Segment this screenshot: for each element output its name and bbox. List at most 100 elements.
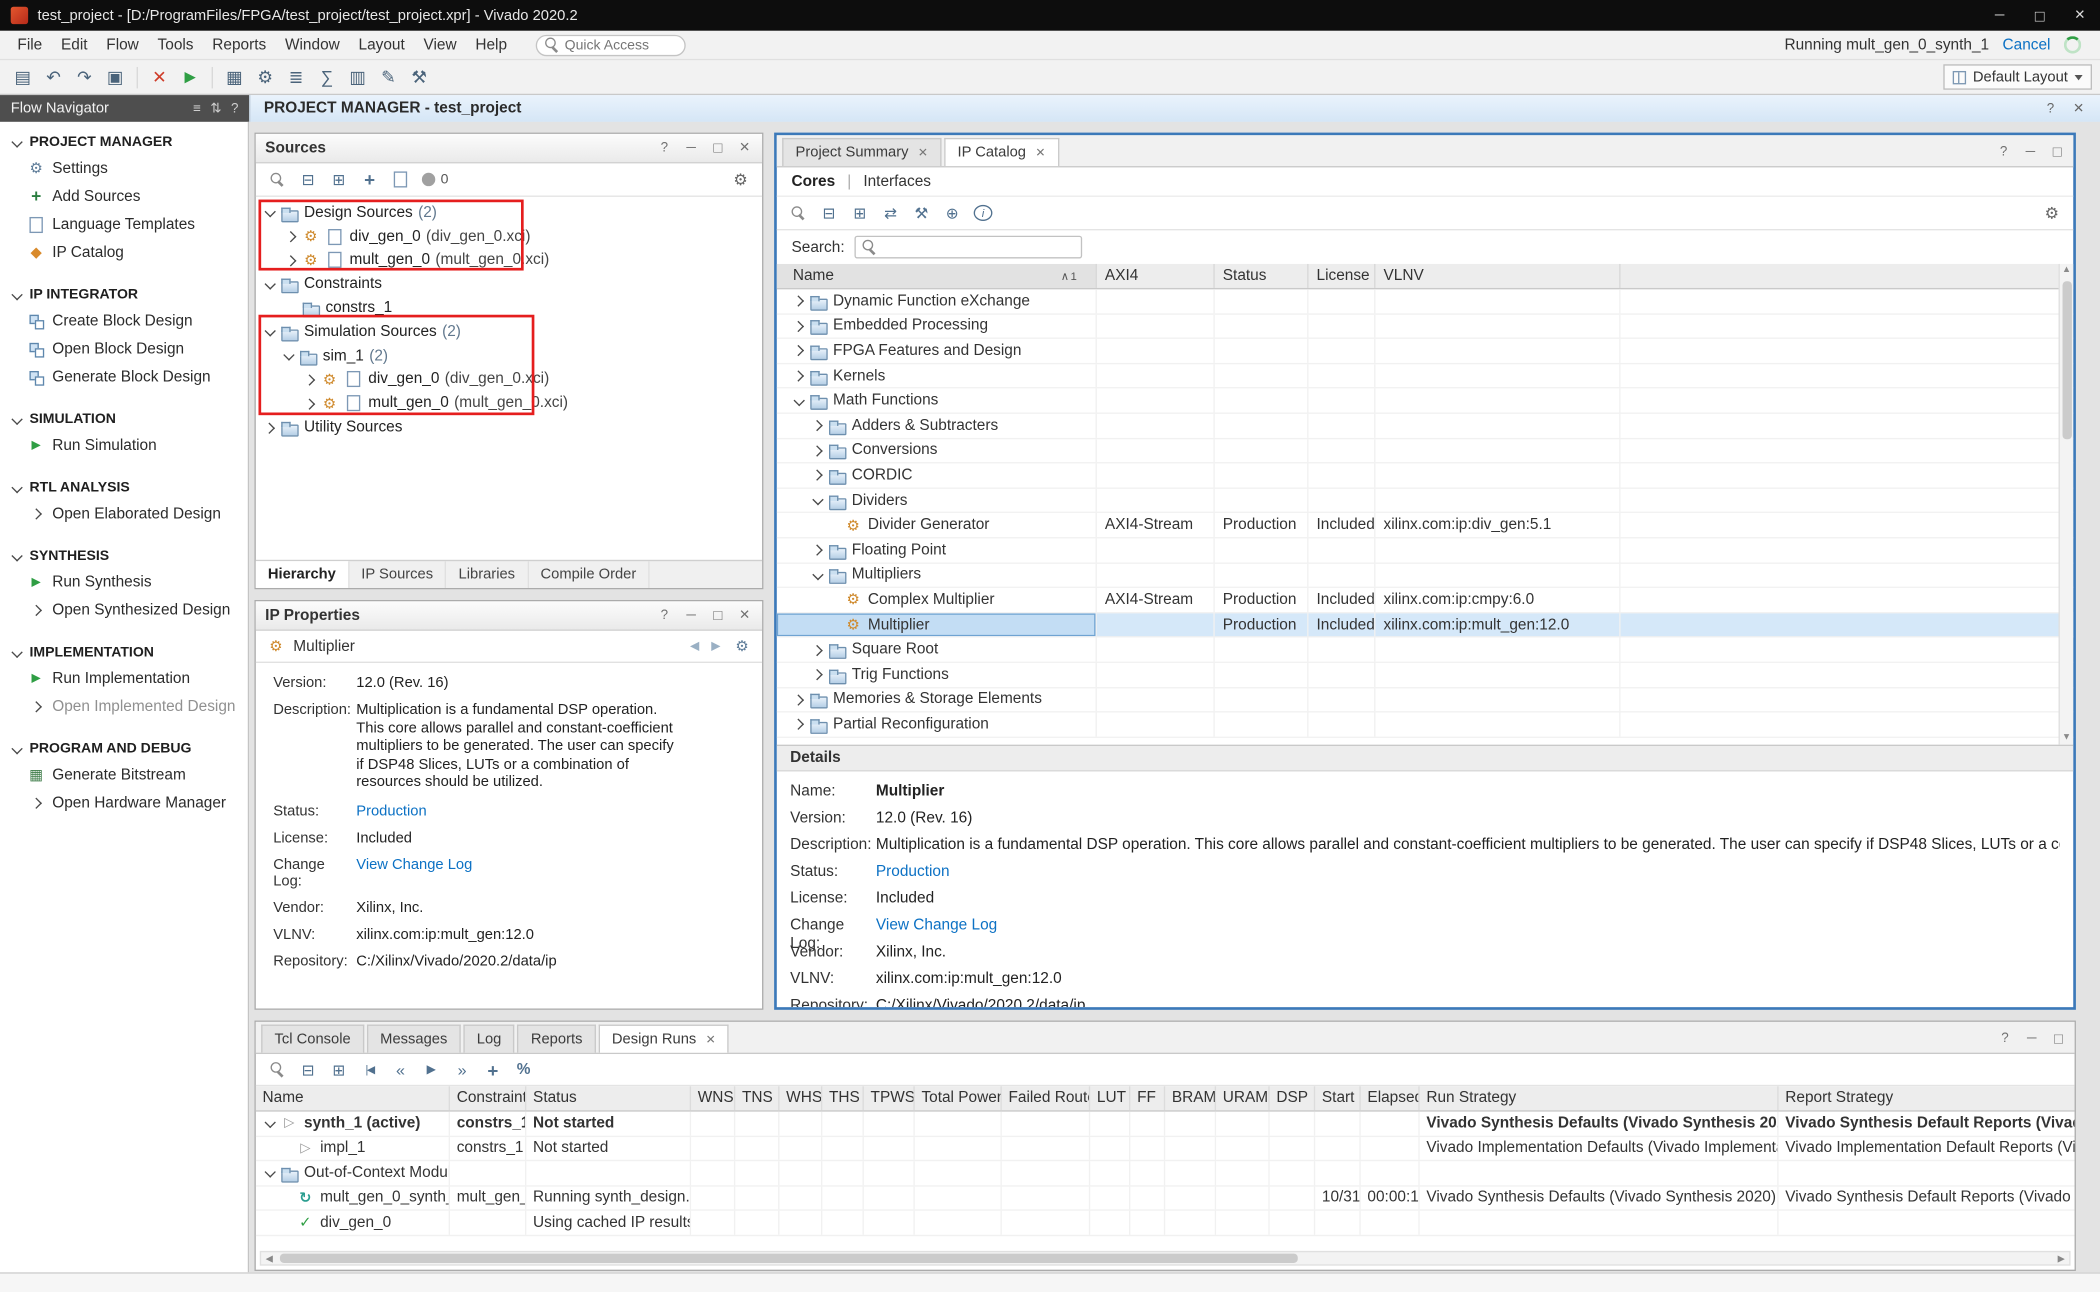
scroll-right-icon[interactable]: ▶ (2053, 1253, 2069, 1264)
skip-to-start-icon[interactable] (360, 1060, 379, 1079)
catalog-row[interactable]: Square Root (777, 638, 2073, 663)
catalog-row[interactable]: Dynamic Function eXchange (777, 289, 2073, 314)
column-axi4[interactable]: AXI4 (1097, 264, 1215, 288)
search-icon[interactable] (270, 1062, 285, 1077)
run-row-impl-1[interactable]: impl_1 constrs_1 Not started Vivado Impl… (256, 1136, 2075, 1161)
run-row-div-gen-0[interactable]: div_gen_0 Using cached IP results (256, 1211, 2075, 1236)
tab-ip-sources[interactable]: IP Sources (349, 561, 446, 588)
search-icon[interactable] (791, 206, 806, 221)
tree-item-sim-div-gen-0[interactable]: div_gen_0(div_gen_0.xci) (256, 368, 762, 392)
scrollbar-thumb[interactable] (280, 1254, 1298, 1263)
expand-all-icon[interactable] (329, 170, 348, 189)
close-tab-icon[interactable] (706, 1032, 716, 1047)
flownav-item-open-hardware-manager[interactable]: Open Hardware Manager (0, 789, 248, 817)
column-license[interactable]: License (1308, 264, 1375, 288)
tree-item-div-gen-0[interactable]: div_gen_0(div_gen_0.xci) (256, 225, 762, 249)
catalog-row[interactable]: Adders & Subtracters (777, 414, 2073, 439)
menu-reports[interactable]: Reports (203, 34, 276, 55)
tab-ip-catalog[interactable]: IP Catalog (944, 138, 1059, 166)
flownav-item-generate-bitstream[interactable]: Generate Bitstream (0, 761, 248, 789)
menu-help[interactable]: Help (466, 34, 516, 55)
elaborate-icon[interactable]: ▦ (220, 64, 249, 91)
sources-settings-gear-icon[interactable] (731, 170, 750, 189)
scrollbar-thumb[interactable] (2062, 281, 2071, 439)
flownav-section-implementation[interactable]: IMPLEMENTATION (0, 639, 248, 664)
catalog-row[interactable]: Trig Functions (777, 663, 2073, 688)
tab-project-summary[interactable]: Project Summary (782, 138, 941, 166)
menu-view[interactable]: View (414, 34, 466, 55)
help-icon[interactable] (656, 140, 672, 156)
close-view-icon[interactable] (2071, 101, 2087, 116)
horizontal-scrollbar[interactable]: ◀ ▶ (260, 1251, 2071, 1266)
subtab-cores[interactable]: Cores (792, 173, 836, 189)
maximize-panel-icon[interactable] (710, 140, 726, 156)
catalog-row[interactable]: Conversions (777, 439, 2073, 464)
flownav-item-ip-catalog[interactable]: IP Catalog (0, 238, 248, 266)
info-icon[interactable] (974, 205, 993, 221)
help-icon[interactable] (1997, 1031, 2013, 1047)
minimize-panel-icon[interactable] (683, 607, 699, 623)
tree-item-constrs-1[interactable]: constrs_1 (256, 296, 762, 320)
collapse-all-icon[interactable] (299, 1060, 318, 1079)
flownav-item-run-simulation[interactable]: Run Simulation (0, 431, 248, 459)
catalog-row-complex-multiplier[interactable]: Complex MultiplierAXI4-StreamProductionI… (777, 588, 2073, 613)
scroll-left-icon[interactable]: ◀ (261, 1253, 277, 1264)
catalog-row[interactable]: Partial Reconfiguration (777, 713, 2073, 738)
details-status-link[interactable]: Production (876, 863, 2060, 882)
catalog-row[interactable]: Multipliers (777, 563, 2073, 588)
tree-item-mult-gen-0[interactable]: mult_gen_0(mult_gen_0.xci) (256, 249, 762, 273)
group-view-icon[interactable] (881, 204, 900, 223)
close-panel-icon[interactable] (737, 140, 753, 156)
properties-gear-icon[interactable] (733, 637, 752, 656)
tree-item-design-sources[interactable]: Design Sources(2) (256, 201, 762, 225)
settings-gear-icon[interactable]: ⚙ (250, 64, 279, 91)
expand-all-icon[interactable] (850, 204, 869, 223)
save-icon[interactable]: ▤ (8, 64, 37, 91)
missing-sources-icon[interactable] (391, 170, 410, 189)
column-vlnv[interactable]: VLNV (1375, 264, 1620, 288)
help-icon[interactable] (2042, 101, 2058, 116)
tree-item-sim-mult-gen-0[interactable]: mult_gen_0(mult_gen_0.xci) (256, 392, 762, 416)
catalog-row[interactable]: Kernels (777, 364, 2073, 389)
flownav-item-run-synthesis[interactable]: Run Synthesis (0, 568, 248, 596)
cancel-run-link[interactable]: Cancel (2003, 37, 2051, 53)
catalog-row[interactable]: Memories & Storage Elements (777, 688, 2073, 713)
catalog-row[interactable]: Floating Point (777, 538, 2073, 563)
expand-all-icon[interactable] (329, 1060, 348, 1079)
details-changelog-link[interactable]: View Change Log (876, 916, 2060, 935)
scroll-up-icon[interactable]: ▲ (2062, 264, 2071, 277)
collapse-all-icon[interactable] (299, 170, 318, 189)
flownav-menu-icon[interactable]: ≡ (193, 101, 201, 116)
help-icon[interactable] (656, 607, 672, 623)
flownav-item-language-templates[interactable]: Language Templates (0, 210, 248, 238)
flownav-item-open-implemented-design[interactable]: Open Implemented Design (0, 692, 248, 720)
flownav-section-rtl-analysis[interactable]: RTL ANALYSIS (0, 474, 248, 499)
catalog-row[interactable]: Math Functions (777, 389, 2073, 414)
ip-status-link[interactable]: Production (356, 803, 426, 819)
tab-libraries[interactable]: Libraries (446, 561, 528, 588)
forward-arrow-icon[interactable]: ▶ (711, 639, 720, 654)
maximize-button[interactable] (2020, 0, 2060, 31)
search-icon[interactable] (270, 172, 285, 187)
maximize-panel-icon[interactable] (710, 607, 726, 623)
column-name[interactable]: Name1 (777, 264, 1097, 288)
maximize-panel-icon[interactable] (2049, 144, 2065, 160)
run-row-mult-gen-0-synth-1[interactable]: mult_gen_0_synth_1 mult_gen_0 Running sy… (256, 1186, 2075, 1211)
redo-icon[interactable]: ↷ (70, 64, 99, 91)
catalog-settings-gear-icon[interactable] (2042, 204, 2061, 223)
chart-icon[interactable]: ▥ (343, 64, 372, 91)
menu-window[interactable]: Window (276, 34, 350, 55)
tab-design-runs[interactable]: Design Runs (599, 1025, 730, 1053)
catalog-row[interactable]: FPGA Features and Design (777, 339, 2073, 364)
menu-edit[interactable]: Edit (52, 34, 97, 55)
report-power-icon[interactable]: ∑ (312, 64, 341, 91)
menu-flow[interactable]: Flow (97, 34, 148, 55)
flownav-help-icon[interactable]: ? (231, 101, 238, 116)
step-forward-icon[interactable] (453, 1060, 472, 1079)
flownav-item-run-implementation[interactable]: Run Implementation (0, 664, 248, 692)
cancel-run-icon[interactable]: ✕ (145, 64, 174, 91)
flownav-item-create-block-design[interactable]: Create Block Design (0, 307, 248, 335)
scroll-down-icon[interactable]: ▼ (2062, 731, 2071, 744)
run-icon[interactable]: ▶ (175, 64, 204, 91)
globe-icon[interactable] (943, 204, 962, 223)
